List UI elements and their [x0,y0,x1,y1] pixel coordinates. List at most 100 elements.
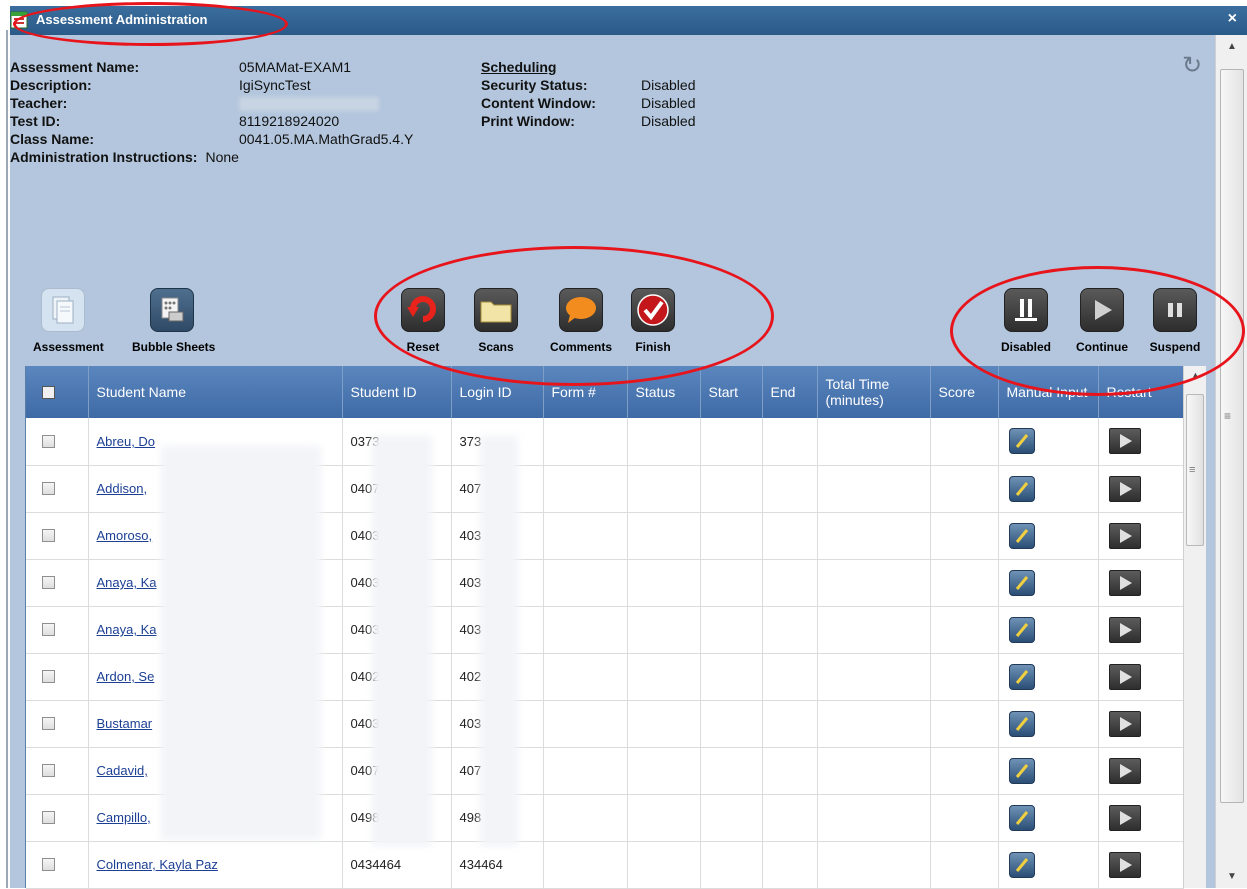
continue-button[interactable]: Continue [1067,288,1137,354]
manual-input-pencil-icon[interactable] [1008,804,1035,831]
disabled-button[interactable]: Disabled [996,288,1056,354]
scroll-grip-icon: ≡ [1224,409,1232,423]
header-student-id[interactable]: Student ID [342,366,452,418]
grid-scroll-up-icon[interactable]: ▲ [1191,370,1200,380]
row-checkbox[interactable] [42,717,55,730]
scroll-thumb[interactable] [1220,69,1244,803]
row-checkbox[interactable] [42,858,55,871]
header-status[interactable]: Status [627,366,701,418]
row-checkbox[interactable] [42,434,55,448]
restart-play-icon[interactable] [1108,475,1141,502]
manual-input-pencil-icon[interactable] [1008,569,1035,596]
row-select-cell [26,606,89,654]
row-checkbox[interactable] [42,623,55,636]
header-student-name[interactable]: Student Name [88,366,343,418]
student-name-link[interactable]: Colmenar, Kayla Paz [97,857,218,872]
manual-input-pencil-icon[interactable] [1008,428,1035,455]
row-checkbox[interactable] [42,529,55,542]
student-name-link[interactable]: Abreu, Do [97,434,156,449]
end-cell [762,700,818,748]
header-login-id[interactable]: Login ID [451,366,544,418]
manual-input-pencil-icon[interactable] [1008,663,1035,690]
student-name-link[interactable]: Anaya, Ka [97,575,157,590]
student-name-link[interactable]: Bustamar [97,716,153,731]
description-value: IgiSyncTest [239,77,311,93]
student-name-link[interactable]: Ardon, Se [97,669,155,684]
title-bar: Assessment Administration × [10,6,1247,35]
row-checkbox[interactable] [42,482,55,495]
finish-button[interactable]: Finish [625,288,681,354]
row-checkbox[interactable] [42,576,55,589]
scroll-up-arrow-icon[interactable]: ▲ [1227,41,1237,52]
restart-play-icon[interactable] [1108,710,1141,737]
status-cell [627,418,701,466]
status-cell [627,559,701,607]
row-checkbox[interactable] [42,764,55,777]
assessment-button[interactable]: Assessment [33,288,104,354]
header-end[interactable]: End [762,366,818,418]
restart-cell [1098,700,1184,748]
restart-play-icon[interactable] [1108,428,1141,455]
row-select-cell [26,700,89,748]
print-window-label: Print Window: [481,113,575,129]
manual-input-pencil-icon[interactable] [1008,757,1035,784]
grid-scroll-grip-icon: ≡ [1189,464,1196,476]
student-name-link[interactable]: Amoroso, [97,528,153,543]
assessment-icon [41,288,85,332]
end-cell [762,653,818,701]
restart-play-icon[interactable] [1108,616,1141,643]
scroll-down-arrow-icon[interactable]: ▼ [1227,871,1237,882]
header-start[interactable]: Start [700,366,763,418]
restart-cell [1098,418,1184,466]
manual-input-pencil-icon[interactable] [1008,710,1035,737]
manual-input-pencil-icon[interactable] [1008,616,1035,643]
header-manual-input[interactable]: Manual Input [998,366,1099,418]
close-icon[interactable]: × [1228,10,1237,28]
header-total-time[interactable]: Total Time (minutes) [817,366,931,418]
start-cell [700,700,763,748]
status-cell [627,841,701,889]
bubble-sheets-button[interactable]: Bubble Sheets [132,288,215,354]
status-cell [627,465,701,513]
header-score[interactable]: Score [930,366,999,418]
select-all-checkbox[interactable] [42,385,55,399]
score-cell [930,559,999,607]
restart-play-icon[interactable] [1108,522,1141,549]
restart-play-icon[interactable] [1108,569,1141,596]
row-select-cell [26,841,89,889]
header-form[interactable]: Form # [543,366,628,418]
manual-input-pencil-icon[interactable] [1008,522,1035,549]
score-cell [930,794,999,842]
start-cell [700,606,763,654]
student-name-link[interactable]: Anaya, Ka [97,622,157,637]
form-cell [543,559,628,607]
scans-button[interactable]: Scans [471,288,521,354]
manual-input-pencil-icon[interactable] [1008,475,1035,502]
header-restart[interactable]: Restart [1098,366,1184,418]
score-cell [930,418,999,466]
reset-button[interactable]: Reset [400,288,446,354]
restart-cell [1098,465,1184,513]
restart-play-icon[interactable] [1108,804,1141,831]
comments-button[interactable]: Comments [546,288,616,354]
suspend-button[interactable]: Suspend [1144,288,1206,354]
grid-scrollbar[interactable]: ▲ ≡ [1183,366,1206,888]
row-checkbox[interactable] [42,670,55,683]
student-name-link[interactable]: Addison, [97,481,148,496]
redacted-login-ids [480,436,518,846]
window-scrollbar[interactable]: ▲ ≡ ▼ [1215,35,1247,888]
restart-play-icon[interactable] [1108,851,1141,878]
row-checkbox[interactable] [42,811,55,824]
total-time-cell [817,465,931,513]
assessment-button-label: Assessment [33,340,104,354]
manual-input-pencil-icon[interactable] [1008,851,1035,878]
total-time-cell [817,418,931,466]
redacted-student-ids [372,436,432,846]
student-name-link[interactable]: Cadavid, [97,763,148,778]
refresh-icon[interactable]: ↻ [1182,51,1202,80]
student-name-link[interactable]: Campillo, [97,810,151,825]
restart-play-icon[interactable] [1108,757,1141,784]
start-cell [700,841,763,889]
student-id-cell: 0434464 [342,841,452,889]
restart-play-icon[interactable] [1108,663,1141,690]
